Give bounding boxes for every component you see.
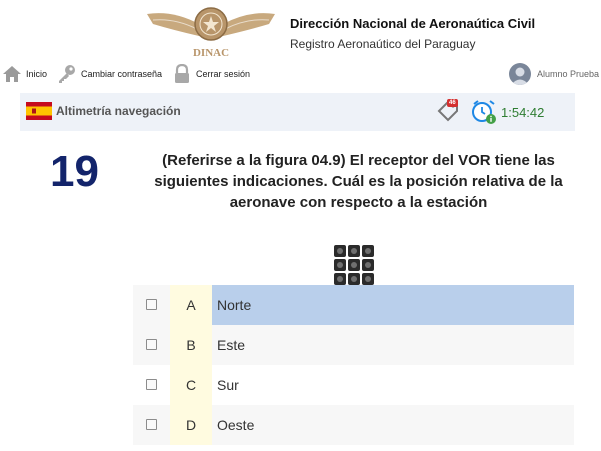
option-a-text[interactable]: Norte (212, 285, 574, 325)
header: DINAC Dirección Nacional de Aeronaútica … (0, 0, 601, 60)
figure-thumbnail[interactable] (333, 244, 375, 286)
option-c-letter: C (170, 365, 212, 405)
nav-logout[interactable]: Cerrar sesión (172, 64, 250, 84)
option-c[interactable]: C Sur (133, 365, 574, 405)
home-icon (3, 66, 21, 82)
user-name: Alumno Prueba (536, 69, 599, 79)
option-c-text[interactable]: Sur (212, 365, 574, 405)
nav-home[interactable]: Inicio (2, 64, 47, 84)
org-title: Dirección Nacional de Aeronaútica Civil (290, 16, 536, 31)
nav-home-label: Inicio (26, 69, 48, 79)
org-subtitle: Registro Aeronaútico del Paraguay (290, 37, 476, 51)
top-nav: Inicio Cambiar contraseña Cerrar sesión … (0, 62, 601, 86)
question-text: (Referirse a la figura 04.9) El receptor… (154, 152, 563, 211)
subject-bar: Altimetría navegación 46 1:54:42 (20, 93, 575, 131)
option-d-checkbox[interactable] (146, 419, 157, 430)
option-c-checkbox[interactable] (146, 379, 157, 390)
option-d-text[interactable]: Oeste (212, 405, 574, 445)
avatar (508, 63, 531, 85)
spain-flag-icon[interactable] (26, 102, 52, 120)
option-d-letter: D (170, 405, 212, 445)
option-b-checkbox[interactable] (146, 339, 157, 350)
timer: 1:54:42 (501, 105, 545, 120)
option-b-letter: B (170, 325, 212, 365)
nav-change-password-label: Cambiar contraseña (81, 69, 163, 79)
option-d[interactable]: D Oeste (133, 405, 574, 445)
tag-count-badge: 46 (447, 99, 458, 107)
alarm-clock-icon (472, 100, 496, 124)
key-icon (59, 65, 75, 83)
lock-icon (175, 64, 189, 83)
option-b[interactable]: B Este (133, 325, 574, 365)
question-number: 19 (50, 147, 99, 196)
user-menu[interactable]: Alumno Prueba (508, 62, 599, 86)
user-icon (510, 67, 529, 85)
option-a[interactable]: A Norte (133, 285, 574, 325)
answer-options: A Norte B Este C Sur D Oeste (133, 285, 574, 445)
svg-text:DINAC: DINAC (193, 47, 229, 59)
dinac-logo: DINAC (147, 7, 275, 59)
nav-change-password[interactable]: Cambiar contraseña (57, 64, 162, 84)
option-b-text[interactable]: Este (212, 325, 574, 365)
option-a-letter: A (170, 285, 212, 325)
subject-name: Altimetría navegación (56, 104, 181, 118)
nav-logout-label: Cerrar sesión (196, 69, 251, 79)
option-a-checkbox[interactable] (146, 299, 157, 310)
